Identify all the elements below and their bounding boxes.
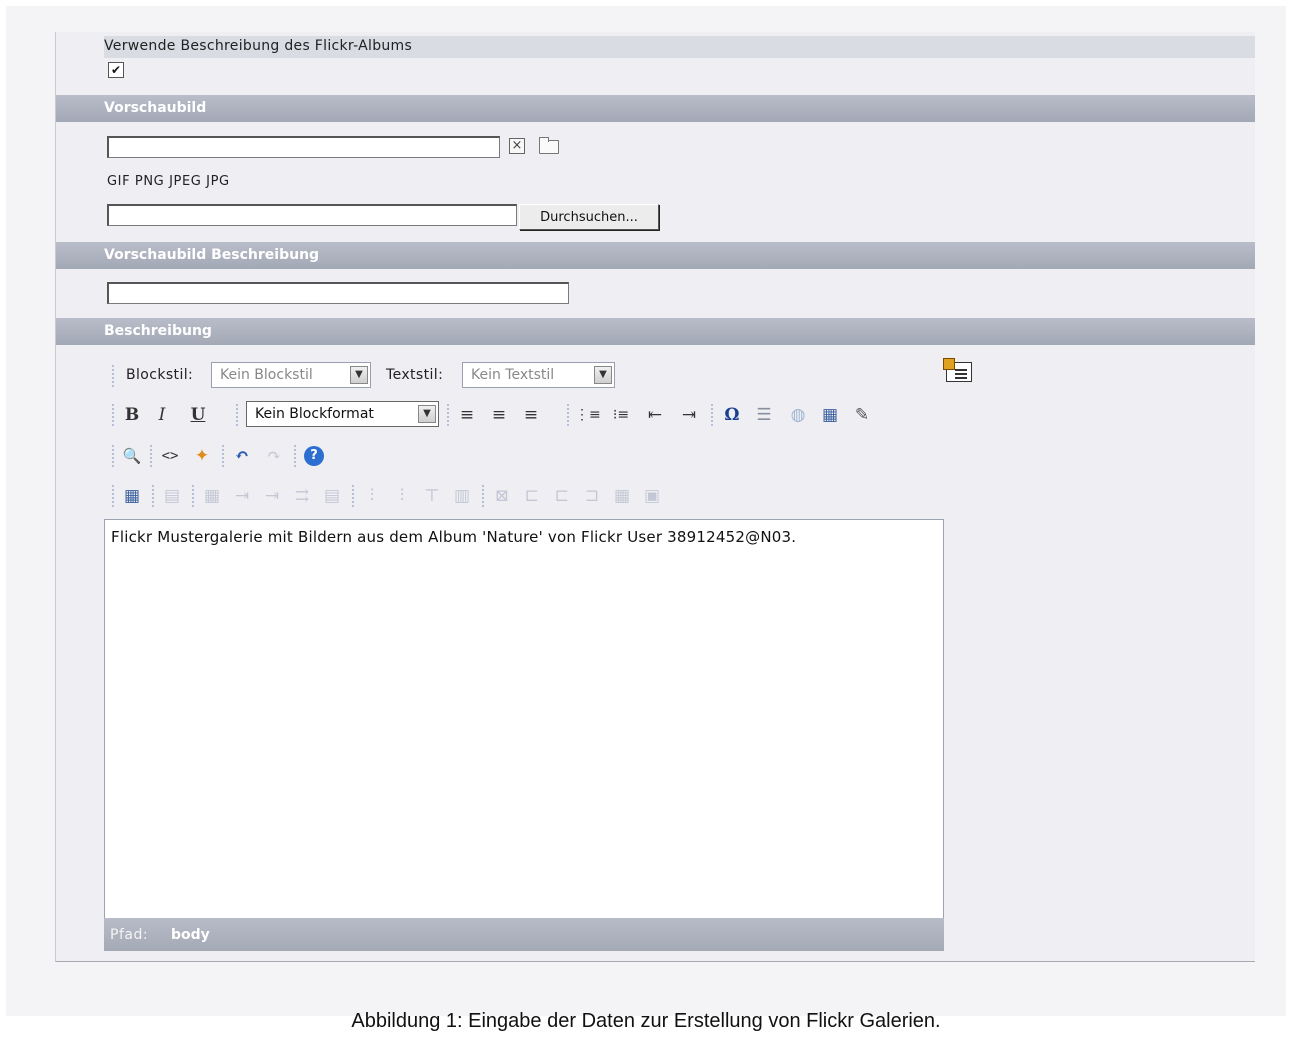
- insert-table-icon[interactable]: ▦: [818, 403, 842, 427]
- toolbar-separator: [222, 444, 224, 468]
- thumbnail-path-input[interactable]: [107, 136, 500, 158]
- folder-icon[interactable]: [539, 137, 559, 154]
- align-center-icon[interactable]: ≡: [487, 403, 511, 427]
- table-frame-icon[interactable]: ▣: [640, 484, 664, 508]
- toolbar-separator: [352, 484, 354, 508]
- toolbar-separator: [482, 484, 484, 508]
- use-album-description-label: Verwende Beschreibung des Flickr-Albums: [104, 38, 413, 54]
- redo-icon[interactable]: ↷: [262, 444, 286, 468]
- use-album-description-checkbox[interactable]: ✔: [108, 62, 124, 78]
- section-thumbnail-title: Vorschaubild: [104, 100, 207, 116]
- indent-icon[interactable]: ⇥: [677, 403, 701, 427]
- toolbar-separator: [112, 444, 114, 468]
- unordered-list-icon[interactable]: ⁝≡: [609, 403, 633, 427]
- toolbar-separator: [192, 484, 194, 508]
- textstyle-label: Textstil:: [386, 367, 444, 383]
- editor-toolbar-format: B I U Kein Blockformat ▼ ≡ ≡ ≡ ⋮≡ ⁝≡ ⇤ ⇥…: [106, 401, 946, 431]
- section-description-title: Beschreibung: [104, 323, 212, 339]
- editor-toolbar-table: ▦ ▤ ▦ ⇥ ⇥ ⇉ ▤ ⫶ ⫶ ⊤ ▥ ⊠ ⊏ ⊏ ⊐ ▦ ▣: [106, 482, 946, 512]
- section-thumbnail-description-title: Vorschaubild Beschreibung: [104, 247, 320, 263]
- flickr-gallery-form: Verwende Beschreibung des Flickr-Albums …: [55, 32, 1255, 962]
- path-value[interactable]: body: [171, 927, 210, 943]
- toggle-toolbar-icon[interactable]: [943, 358, 972, 382]
- toolbar-separator: [567, 403, 569, 427]
- textstyle-value: Kein Textstil: [471, 367, 555, 383]
- browse-button[interactable]: Durchsuchen...: [519, 204, 659, 230]
- toolbar-separator: [294, 444, 296, 468]
- path-label: Pfad:: [110, 927, 149, 943]
- toolbar-separator: [447, 403, 449, 427]
- toolbar-separator: [236, 403, 238, 427]
- merge-cells-icon[interactable]: ⊠: [490, 484, 514, 508]
- insert-row-before-icon[interactable]: ⇥: [230, 484, 254, 508]
- toolbar-separator: [711, 403, 713, 427]
- split-row-icon[interactable]: ▤: [320, 484, 344, 508]
- rich-text-editor[interactable]: Flickr Mustergalerie mit Bildern aus dem…: [104, 519, 944, 951]
- toolbar-separator: [152, 484, 154, 508]
- delete-row-icon[interactable]: ⇉: [290, 484, 314, 508]
- paste-icon[interactable]: ✎: [850, 403, 874, 427]
- find-icon[interactable]: 🔍: [120, 444, 144, 468]
- toolbar-separator: [150, 444, 152, 468]
- chevron-down-icon[interactable]: ▼: [594, 366, 612, 384]
- outdent-icon[interactable]: ⇤: [643, 403, 667, 427]
- editor-content[interactable]: Flickr Mustergalerie mit Bildern aus dem…: [111, 528, 796, 546]
- blockformat-value: Kein Blockformat: [255, 406, 374, 422]
- delete-column-icon[interactable]: ⊤: [420, 484, 444, 508]
- thumbnail-upload-input[interactable]: [107, 204, 517, 226]
- insert-image-icon[interactable]: ◍: [786, 403, 810, 427]
- ordered-list-icon[interactable]: ⋮≡: [575, 403, 601, 427]
- use-album-description-row: Verwende Beschreibung des Flickr-Albums: [104, 36, 1255, 58]
- editor-toolbar-styles: Blockstil: Kein Blockstil ▼ Textstil: Ke…: [106, 362, 946, 392]
- section-thumbnail: Vorschaubild: [56, 95, 1255, 122]
- section-thumbnail-description: Vorschaubild Beschreibung: [56, 242, 1255, 269]
- align-right-icon[interactable]: ≡: [519, 403, 543, 427]
- undo-icon[interactable]: ↶: [230, 444, 254, 468]
- toolbar-separator: [112, 484, 114, 508]
- blockstyle-label: Blockstil:: [126, 367, 194, 383]
- delete-cell-icon[interactable]: ⊏: [550, 484, 574, 508]
- source-code-icon[interactable]: <>: [158, 444, 182, 468]
- table-toggle-borders-icon[interactable]: ▦: [610, 484, 634, 508]
- split-cell-icon[interactable]: ⊏: [520, 484, 544, 508]
- blockstyle-select[interactable]: Kein Blockstil ▼: [211, 362, 371, 388]
- allowed-file-types: GIF PNG JPEG JPG: [107, 174, 230, 189]
- underline-button[interactable]: U: [186, 403, 210, 427]
- textstyle-select[interactable]: Kein Textstil ▼: [462, 362, 615, 388]
- horizontal-rule-icon[interactable]: ☰: [752, 403, 776, 427]
- figure-caption: Abbildung 1: Eingabe der Daten zur Erste…: [351, 1010, 941, 1032]
- insert-row-after-icon[interactable]: ⇥: [260, 484, 284, 508]
- special-character-icon[interactable]: Ω: [720, 403, 744, 427]
- help-icon[interactable]: ?: [304, 446, 324, 466]
- cell-properties-icon[interactable]: ▦: [200, 484, 224, 508]
- bold-button[interactable]: B: [120, 403, 144, 427]
- chevron-down-icon[interactable]: ▼: [350, 366, 368, 384]
- italic-button[interactable]: I: [150, 403, 174, 427]
- insert-column-after-icon[interactable]: ⫶: [390, 484, 414, 508]
- blockstyle-value: Kein Blockstil: [220, 367, 313, 383]
- editor-toolbar-tools: 🔍 <> ✦ ↶ ↷ ?: [106, 442, 946, 472]
- toolbar-separator: [112, 403, 114, 427]
- blockformat-select[interactable]: Kein Blockformat ▼: [246, 401, 439, 427]
- chevron-down-icon[interactable]: ▼: [418, 405, 436, 423]
- cleanup-icon[interactable]: ✦: [190, 444, 214, 468]
- row-properties-icon[interactable]: ▤: [160, 484, 184, 508]
- insert-column-before-icon[interactable]: ⫶: [360, 484, 384, 508]
- section-description: Beschreibung: [56, 318, 1255, 345]
- table-properties-icon[interactable]: ▦: [120, 484, 144, 508]
- split-column-icon[interactable]: ▥: [450, 484, 474, 508]
- editor-statusbar: Pfad: body: [104, 918, 944, 951]
- align-left-icon[interactable]: ≡: [455, 403, 479, 427]
- clear-icon[interactable]: ×: [509, 138, 525, 154]
- toolbar-separator: [112, 364, 114, 388]
- thumbnail-description-input[interactable]: [107, 282, 569, 304]
- insert-cell-icon[interactable]: ⊐: [580, 484, 604, 508]
